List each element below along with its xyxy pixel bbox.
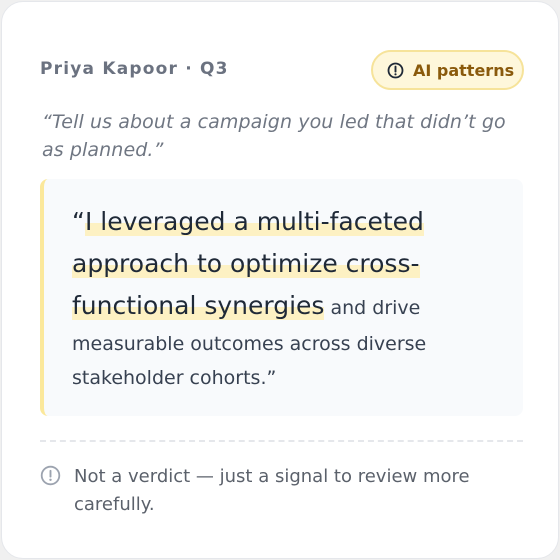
badge-label: AI patterns	[413, 60, 515, 80]
info-circle-icon	[40, 465, 61, 486]
disclaimer-note: Not a verdict — just a signal to review …	[74, 466, 470, 515]
alert-circle-icon	[387, 62, 404, 78]
answer-text: “I leveraged a multi-faceted approach to…	[72, 201, 482, 395]
dashed-divider	[40, 440, 523, 442]
answer-quote: “I leveraged a multi-faceted approach to…	[40, 179, 523, 416]
review-card: Priya Kapoor · Q3 AI patterns “Tell us a…	[1, 1, 559, 559]
open-quote: “	[72, 207, 85, 236]
candidate-meta: Priya Kapoor · Q3	[40, 59, 229, 79]
interview-prompt: “Tell us about a campaign you led that d…	[42, 111, 506, 161]
ai-patterns-badge[interactable]: AI patterns	[371, 50, 524, 90]
